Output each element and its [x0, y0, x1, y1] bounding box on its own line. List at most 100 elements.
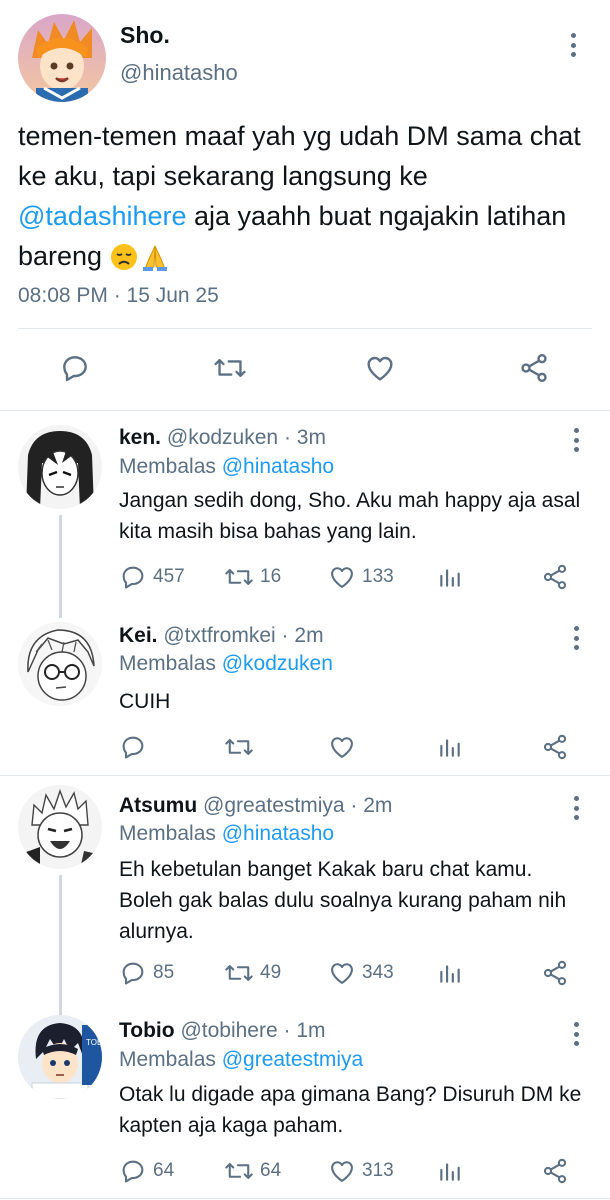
like-count: 133 — [362, 566, 394, 587]
like-count: 313 — [362, 1160, 394, 1181]
replying-to: Membalas @hinatasho — [119, 455, 334, 479]
like-icon — [328, 959, 356, 987]
main-tweet: Sho. @hinatasho temen-temen maaf yah yg … — [0, 0, 610, 410]
reply-tweet[interactable]: ken. @kodzuken · 3m Membalas @hinatasho … — [0, 410, 610, 618]
retweet-count: 49 — [260, 962, 282, 983]
retweet-button[interactable]: 49 — [224, 958, 281, 988]
share-icon[interactable] — [541, 958, 569, 988]
reply-action-bar: 457 16 133 — [0, 562, 610, 592]
retweet-button[interactable]: 16 — [224, 562, 281, 592]
retweet-button[interactable] — [224, 732, 260, 762]
share-icon[interactable] — [541, 1156, 569, 1186]
reply-text: Otak lu digade apa gimana Bang? Disuruh … — [119, 1083, 582, 1137]
like-button[interactable] — [328, 732, 362, 762]
like-icon — [328, 1157, 356, 1185]
reply-text: CUIH — [119, 690, 171, 713]
reply-icon — [119, 563, 147, 591]
author-name[interactable]: ken. — [119, 426, 161, 449]
reply-header: Atsumu @greatestmiya · 2m — [119, 794, 392, 818]
retweet-count: 16 — [260, 566, 282, 587]
more-options-icon[interactable] — [566, 623, 586, 653]
reply-button[interactable] — [119, 732, 153, 762]
like-icon — [328, 733, 356, 761]
author-handle[interactable]: @greatestmiya — [203, 794, 345, 817]
author-handle[interactable]: @hinatasho — [120, 60, 238, 86]
reply-action-bar: 64 64 313 — [0, 1156, 610, 1186]
like-icon — [328, 563, 356, 591]
reply-button[interactable]: 64 — [119, 1156, 174, 1186]
reply-button[interactable]: 457 — [119, 562, 185, 592]
reply-icon[interactable] — [55, 346, 95, 390]
reply-time[interactable]: 1m — [296, 1019, 325, 1042]
author-handle[interactable]: @tobihere — [180, 1019, 277, 1042]
replying-to-label: Membalas — [119, 1048, 222, 1071]
author-name[interactable]: Sho. — [120, 22, 170, 49]
main-action-bar — [0, 346, 610, 390]
reply-icon — [119, 1157, 147, 1185]
reply-count: 457 — [153, 566, 185, 587]
author-name[interactable]: Tobio — [119, 1019, 175, 1042]
avatar[interactable]: TOB — [18, 1015, 102, 1099]
replying-to-label: Membalas — [119, 652, 222, 675]
replying-to: Membalas @greatestmiya — [119, 1048, 363, 1072]
avatar[interactable] — [18, 14, 106, 102]
avatar[interactable] — [18, 425, 102, 509]
mention-link[interactable]: @hinatasho — [222, 822, 334, 845]
author-handle[interactable]: @kodzuken — [167, 426, 278, 449]
share-icon[interactable] — [541, 732, 569, 762]
retweet-icon — [224, 1157, 254, 1185]
mention-link[interactable]: @tadashihere — [18, 201, 187, 231]
reply-action-bar — [0, 732, 610, 762]
share-icon[interactable] — [514, 346, 554, 390]
more-options-icon[interactable] — [563, 30, 583, 60]
reply-count: 85 — [153, 962, 175, 983]
more-options-icon[interactable] — [566, 793, 586, 823]
tweet-text-part: temen-temen maaf yah yg udah DM sama cha… — [18, 121, 581, 191]
share-icon[interactable] — [541, 562, 569, 592]
replying-to: Membalas @hinatasho — [119, 822, 334, 846]
thread-line — [59, 875, 62, 1015]
reply-tweet[interactable]: Kei. @txtfromkei · 2m Membalas @kodzuken… — [0, 608, 610, 773]
avatar[interactable] — [18, 622, 102, 706]
reply-button[interactable]: 85 — [119, 958, 174, 988]
reply-icon — [119, 959, 147, 987]
analytics-icon[interactable] — [437, 958, 463, 988]
svg-text:TOB: TOB — [86, 1038, 102, 1047]
retweet-icon[interactable] — [210, 346, 250, 390]
like-button[interactable]: 313 — [328, 1156, 394, 1186]
folded-hands-icon — [140, 243, 170, 271]
like-button[interactable]: 133 — [328, 562, 394, 592]
retweet-icon — [224, 733, 254, 761]
author-handle[interactable]: @txtfromkei — [163, 624, 275, 647]
tweet-timestamp[interactable]: 08:08 PM · 15 Jun 25 — [18, 284, 219, 308]
reply-time[interactable]: 3m — [297, 426, 326, 449]
author-name[interactable]: Atsumu — [119, 794, 197, 817]
more-options-icon[interactable] — [566, 1019, 586, 1049]
reply-time[interactable]: 2m — [363, 794, 392, 817]
more-options-icon[interactable] — [566, 425, 586, 455]
avatar[interactable]: SP — [18, 785, 102, 869]
reply-tweet[interactable]: SP Atsumu @greatestmiya · 2m Membalas @h… — [0, 775, 610, 1015]
reply-icon — [119, 733, 147, 761]
replying-to: Membalas @kodzuken — [119, 652, 333, 676]
analytics-icon[interactable] — [437, 562, 463, 592]
separator-dot: · — [283, 1019, 291, 1042]
reply-header: Tobio @tobihere · 1m — [119, 1019, 326, 1043]
author-name[interactable]: Kei. — [119, 624, 158, 647]
reply-header: ken. @kodzuken · 3m — [119, 426, 326, 450]
mention-link[interactable]: @hinatasho — [222, 455, 334, 478]
like-button[interactable]: 343 — [328, 958, 394, 988]
separator-dot: · — [281, 624, 289, 647]
retweet-icon — [224, 563, 254, 591]
reply-time[interactable]: 2m — [294, 624, 323, 647]
mention-link[interactable]: @kodzuken — [222, 652, 333, 675]
separator-dot: · — [350, 794, 358, 817]
tweet-text: temen-temen maaf yah yg udah DM sama cha… — [18, 116, 593, 276]
analytics-icon[interactable] — [437, 732, 463, 762]
reply-tweet[interactable]: TOB Tobio @tobihere · 1m Membalas @great… — [0, 1003, 610, 1200]
like-count: 343 — [362, 962, 394, 983]
analytics-icon[interactable] — [437, 1156, 463, 1186]
like-icon[interactable] — [360, 346, 400, 390]
mention-link[interactable]: @greatestmiya — [222, 1048, 364, 1071]
retweet-button[interactable]: 64 — [224, 1156, 281, 1186]
